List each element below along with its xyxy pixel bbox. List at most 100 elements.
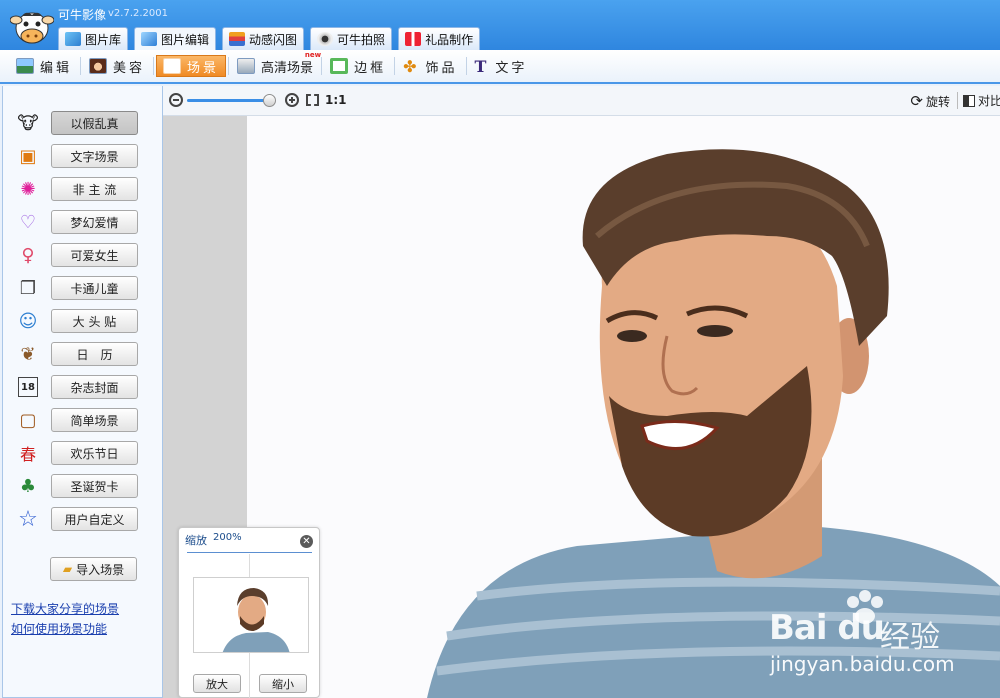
subtab-label: 边框 bbox=[354, 60, 387, 76]
scene-row: ❦ 日 历 bbox=[15, 340, 155, 368]
scene-help-link[interactable]: 如何使用场景功能 bbox=[11, 620, 107, 637]
flash-image-icon bbox=[229, 32, 246, 46]
subtab-label: 饰品 bbox=[425, 60, 458, 76]
scene-button-christmas[interactable]: 圣诞贺卡 bbox=[51, 474, 138, 498]
scene-button-nonmainstream[interactable]: 非 主 流 bbox=[51, 177, 138, 201]
subtab-hd-scene[interactable]: 高清场景 new bbox=[231, 51, 321, 77]
scene-button-cartoon[interactable]: 卡通儿童 bbox=[51, 276, 138, 300]
zoom-percent: 200% bbox=[213, 532, 242, 543]
zoom-in-icon[interactable] bbox=[285, 93, 299, 107]
subtab-frame[interactable]: 边框 bbox=[324, 55, 392, 77]
scene-button-cute-girl[interactable]: 可爱女生 bbox=[51, 243, 138, 267]
webcam-icon bbox=[317, 32, 334, 46]
scene-button-simple[interactable]: 简单场景 bbox=[51, 408, 138, 432]
photo-sticker-icon: ☺ bbox=[18, 310, 38, 332]
zoom-out-button[interactable]: 缩小 bbox=[259, 674, 307, 693]
subtab-text[interactable]: T 文字 bbox=[469, 55, 534, 77]
subtab-label: 编辑 bbox=[40, 60, 73, 76]
scene-button-text[interactable]: 文字场景 bbox=[51, 144, 138, 168]
simple-frame-icon: ▢ bbox=[19, 409, 37, 431]
subtab-label: 场景 bbox=[187, 60, 220, 76]
close-icon[interactable]: ✕ bbox=[300, 535, 313, 548]
scene-icon bbox=[163, 58, 182, 74]
sub-tabs: 编辑 美容 场景 高清场景 new 边框 ✤ 饰品 T 文字 bbox=[10, 51, 534, 77]
watermark-cn: 经验 bbox=[880, 620, 940, 655]
subtab-accessory[interactable]: ✤ 饰品 bbox=[397, 55, 463, 77]
scene-button-love[interactable]: 梦幻爱情 bbox=[51, 210, 138, 234]
cow-icon: 🐮 bbox=[17, 112, 39, 134]
scene-panel: 🐮 以假乱真 ▣ 文字场景 ✺ 非 主 流 ♡ 梦幻爱情 ♀ 可爱女生 ❐ 卡通… bbox=[2, 86, 163, 698]
subtab-label: 美容 bbox=[113, 60, 146, 76]
gift-icon bbox=[405, 32, 422, 46]
divider bbox=[321, 57, 323, 75]
zoom-in-button[interactable]: 放大 bbox=[193, 674, 241, 693]
christmas-tree-icon: ♣ bbox=[19, 475, 37, 497]
main-tabs: 图片库 图片编辑 动感闪图 可牛拍照 礼品制作 bbox=[58, 27, 481, 50]
app-title: 可牛影像 bbox=[58, 8, 107, 22]
compare-button[interactable]: 对比 bbox=[962, 92, 1000, 109]
subtab-edit[interactable]: 编辑 bbox=[10, 55, 78, 77]
title-bar: 可牛影像 v2.7.2.2001 图片库 图片编辑 动感闪图 可牛拍照 礼品制作 bbox=[0, 0, 1000, 50]
scene-row: ✺ 非 主 流 bbox=[15, 175, 155, 203]
watermark-brand: Bai du bbox=[769, 608, 885, 648]
scene-row: ☆ 用户自定义 bbox=[15, 505, 155, 533]
spring-festival-icon: 春 bbox=[19, 445, 36, 464]
tab-label: 可牛拍照 bbox=[337, 32, 386, 47]
new-badge: new bbox=[304, 51, 322, 59]
subtab-beauty[interactable]: 美容 bbox=[83, 55, 151, 77]
scene-button-photo-sticker[interactable]: 大 头 贴 bbox=[51, 309, 138, 333]
scene-button-festival[interactable]: 欢乐节日 bbox=[51, 441, 138, 465]
tab-camera[interactable]: 可牛拍照 bbox=[310, 27, 393, 50]
scene-button-custom[interactable]: 用户自定义 bbox=[51, 507, 138, 531]
thumbnail-image bbox=[222, 588, 290, 652]
divider bbox=[187, 552, 312, 553]
tab-gift[interactable]: 礼品制作 bbox=[398, 27, 481, 50]
import-scene-label: 导入场景 bbox=[76, 562, 125, 577]
import-scene-button[interactable]: ▰ 导入场景 bbox=[50, 557, 137, 581]
zoom-preview-panel: 缩放 200% ✕ 放大 缩小 bbox=[178, 527, 320, 698]
subtab-label: 文字 bbox=[495, 60, 528, 76]
scene-button-magazine[interactable]: 杂志封面 bbox=[51, 375, 138, 399]
accessory-icon: ✤ bbox=[403, 56, 420, 76]
cow-logo-icon bbox=[10, 12, 54, 44]
rotate-label: 旋转 bbox=[925, 94, 950, 109]
download-scenes-link[interactable]: 下载大家分享的场景 bbox=[11, 600, 119, 617]
scene-row: ♡ 梦幻爱情 bbox=[15, 208, 155, 236]
cartoon-book-icon: ❐ bbox=[19, 277, 37, 299]
app-version: v2.7.2.2001 bbox=[108, 8, 168, 19]
zoom-out-icon[interactable] bbox=[169, 93, 183, 107]
edit-image-icon bbox=[141, 32, 158, 46]
scene-row: ☺ 大 头 贴 bbox=[15, 307, 155, 335]
fit-window-icon[interactable] bbox=[306, 94, 319, 106]
scene-button-realistic[interactable]: 以假乱真 bbox=[51, 111, 138, 135]
zoom-slider[interactable] bbox=[187, 99, 273, 102]
text-icon: T bbox=[474, 56, 490, 76]
scene-row: ❐ 卡通儿童 bbox=[15, 274, 155, 302]
tab-image-edit[interactable]: 图片编辑 bbox=[134, 27, 217, 50]
divider bbox=[957, 92, 958, 109]
zoom-slider-thumb[interactable] bbox=[262, 94, 276, 107]
actual-size-button[interactable]: 1:1 bbox=[325, 93, 347, 107]
scene-row: 春 欢乐节日 bbox=[15, 439, 155, 467]
scene-button-calendar[interactable]: 日 历 bbox=[51, 342, 138, 366]
baidu-watermark: Bai du 经验 jingyan.baidu.com bbox=[765, 588, 995, 683]
tab-label: 礼品制作 bbox=[425, 32, 474, 47]
divider bbox=[465, 57, 467, 75]
rotate-button[interactable]: ⟳ 旋转 bbox=[910, 92, 950, 110]
tab-gallery[interactable]: 图片库 bbox=[58, 27, 129, 50]
folder-icon: ▰ bbox=[62, 562, 73, 576]
scene-row: ▢ 简单场景 bbox=[15, 406, 155, 434]
calendar-elephant-icon: ❦ bbox=[20, 343, 36, 365]
tab-flash-image[interactable]: 动感闪图 bbox=[222, 27, 305, 50]
beauty-icon bbox=[89, 58, 108, 74]
frame-icon bbox=[330, 58, 349, 74]
scene-row: ♀ 可爱女生 bbox=[15, 241, 155, 269]
navigator-thumbnail[interactable] bbox=[193, 577, 309, 653]
subtab-scene[interactable]: 场景 bbox=[156, 55, 227, 77]
gallery-icon bbox=[65, 32, 81, 46]
scene-row: ▣ 文字场景 bbox=[15, 142, 155, 170]
scene-row: 18 杂志封面 bbox=[15, 373, 155, 401]
edit-icon bbox=[16, 58, 34, 74]
scene-row: ♣ 圣诞贺卡 bbox=[15, 472, 155, 500]
zoom-panel-title: 缩放 bbox=[185, 534, 207, 547]
